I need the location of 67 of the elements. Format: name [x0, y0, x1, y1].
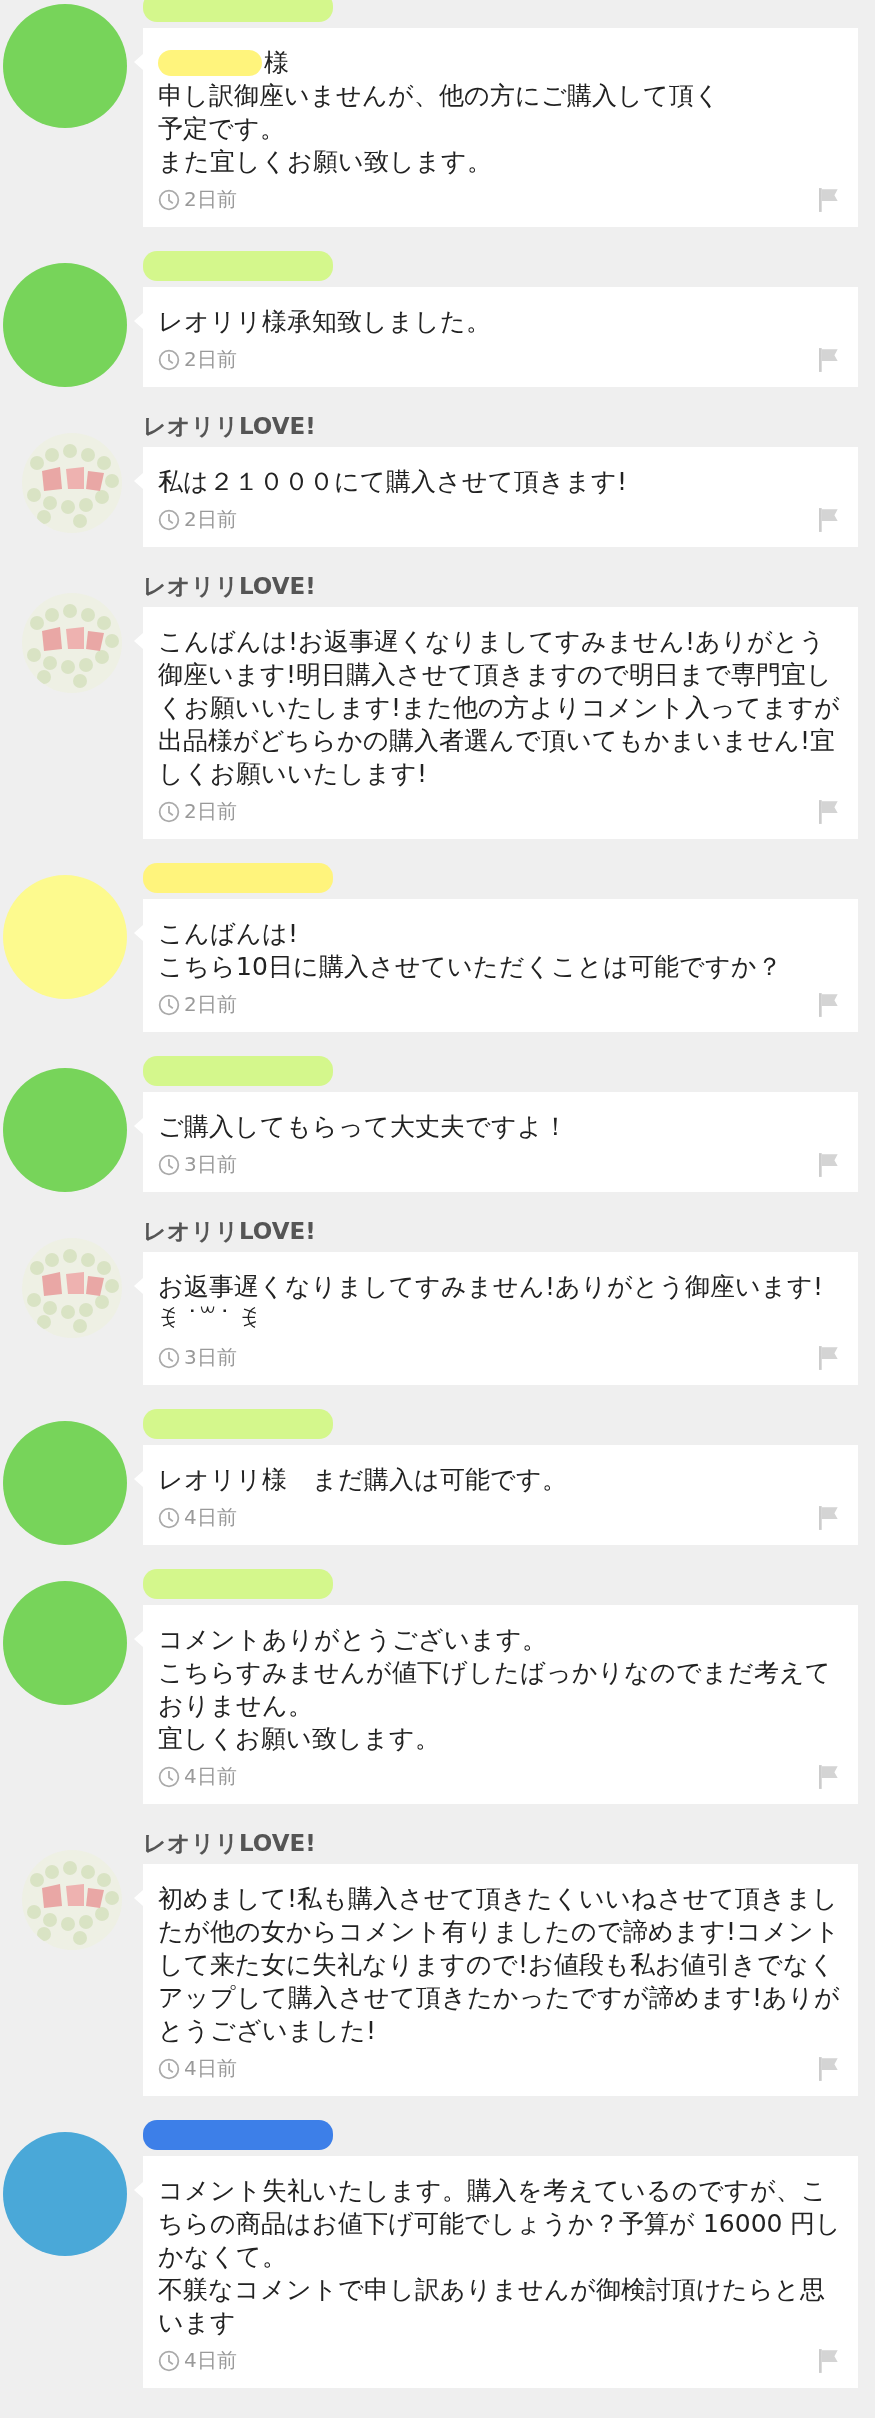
- flag-icon: [818, 991, 840, 1018]
- report-button[interactable]: [818, 346, 840, 373]
- username: レオリリLOVE!: [143, 1829, 316, 1858]
- honorific-text: 様: [264, 47, 289, 79]
- comment-text: こちら10日に購入させていただくことは可能ですか？: [158, 951, 783, 983]
- timestamp: 3日前: [184, 1151, 237, 1178]
- comment-text: コメントありがとうございます。: [158, 1624, 548, 1656]
- flag-icon: [818, 2347, 840, 2374]
- comment-text: 初めまして!私も購入させて頂きたくいいねさせて頂きましたが他の女からコメント有りましたので諦めます!コメントして来た女に失礼なりますので!お値段も私お値引きでなくアップして購入させて頂きたかったですが諦めます!ありがとうございました!: [158, 1883, 842, 2047]
- flag-icon: [818, 798, 840, 825]
- clock-icon: [158, 1346, 180, 1369]
- comment-text: コメント失礼いたします。購入を考えているのですが、こちらの商品はお値下げ可能でしょうか？予算が 16000 円しかなくて。: [158, 2175, 843, 2273]
- flag-icon: [818, 1504, 840, 1531]
- report-button[interactable]: [818, 1344, 840, 1371]
- clock-icon: [158, 1153, 180, 1176]
- timestamp: 2日前: [184, 798, 237, 825]
- clock-icon: [158, 2057, 180, 2080]
- comment-text: 私は２１０００にて購入させて頂きます!: [158, 466, 629, 498]
- comment-text: 宜しくお願い致します。: [158, 1723, 441, 1755]
- comment-text: こんばんは!お返事遅くなりましてすみません!ありがとう御座います!明日購入させて頂きますので明日まで専門宜しくお願いいたします!また他の方よりコメント入ってますが出品様がどちらかの購入者選んで頂いてもかまいません!宜しくお願いいたします!: [158, 626, 842, 790]
- report-button[interactable]: [818, 186, 840, 213]
- comment-text: こんばんは!: [158, 918, 300, 950]
- report-button[interactable]: [818, 1504, 840, 1531]
- clock-icon: [158, 2349, 180, 2372]
- timestamp: 2日前: [184, 186, 237, 213]
- clock-icon: [158, 1765, 180, 1788]
- clock-icon: [158, 188, 180, 211]
- flag-icon: [818, 1763, 840, 1790]
- clock-icon: [158, 348, 180, 371]
- timestamp: 2日前: [184, 346, 237, 373]
- report-button[interactable]: [818, 506, 840, 533]
- clock-icon: [158, 800, 180, 823]
- timestamp: 2日前: [184, 991, 237, 1018]
- clock-icon: [158, 1506, 180, 1529]
- timestamp: 4日前: [184, 2347, 237, 2374]
- comment-text: こちらすみませんが値下げしたばっかりなのでまだ考えておりません。: [158, 1657, 832, 1722]
- comment-text: ꉂ ˙꒳˙ ꉂ: [158, 1304, 260, 1336]
- username: レオリリLOVE!: [143, 412, 316, 441]
- flag-icon: [818, 346, 840, 373]
- clock-icon: [158, 993, 180, 1016]
- report-button[interactable]: [818, 798, 840, 825]
- comment-text: 予定です。: [158, 113, 286, 145]
- comment-text: ご購入してもらって大丈夫ですよ！: [158, 1111, 569, 1143]
- report-button[interactable]: [818, 2347, 840, 2374]
- comment-text: 申し訳御座いませんが、他の方にご購入して頂く: [158, 80, 721, 112]
- timestamp: 4日前: [184, 1763, 237, 1790]
- flag-icon: [818, 2055, 840, 2082]
- flag-icon: [818, 1151, 840, 1178]
- report-button[interactable]: [818, 1151, 840, 1178]
- report-button[interactable]: [818, 2055, 840, 2082]
- timestamp: 2日前: [184, 506, 237, 533]
- timestamp: 4日前: [184, 2055, 237, 2082]
- comment-text: お返事遅くなりましてすみません!ありがとう御座います!: [158, 1271, 825, 1303]
- comment-text: また宜しくお願い致します。: [158, 146, 493, 178]
- comment-text: レオリリ様 まだ購入は可能です。: [158, 1464, 568, 1496]
- comment-text: レオリリ様承知致しました。: [158, 306, 492, 338]
- flag-icon: [818, 506, 840, 533]
- report-button[interactable]: [818, 1763, 840, 1790]
- clock-icon: [158, 508, 180, 531]
- timestamp: 4日前: [184, 1504, 237, 1531]
- timestamp: 3日前: [184, 1344, 237, 1371]
- comment-text: 不躾なコメントで申し訳ありませんが御検討頂けたらと思います: [158, 2274, 826, 2339]
- flag-icon: [818, 186, 840, 213]
- username: レオリリLOVE!: [143, 572, 316, 601]
- username: レオリリLOVE!: [143, 1217, 316, 1246]
- report-button[interactable]: [818, 991, 840, 1018]
- flag-icon: [818, 1344, 840, 1371]
